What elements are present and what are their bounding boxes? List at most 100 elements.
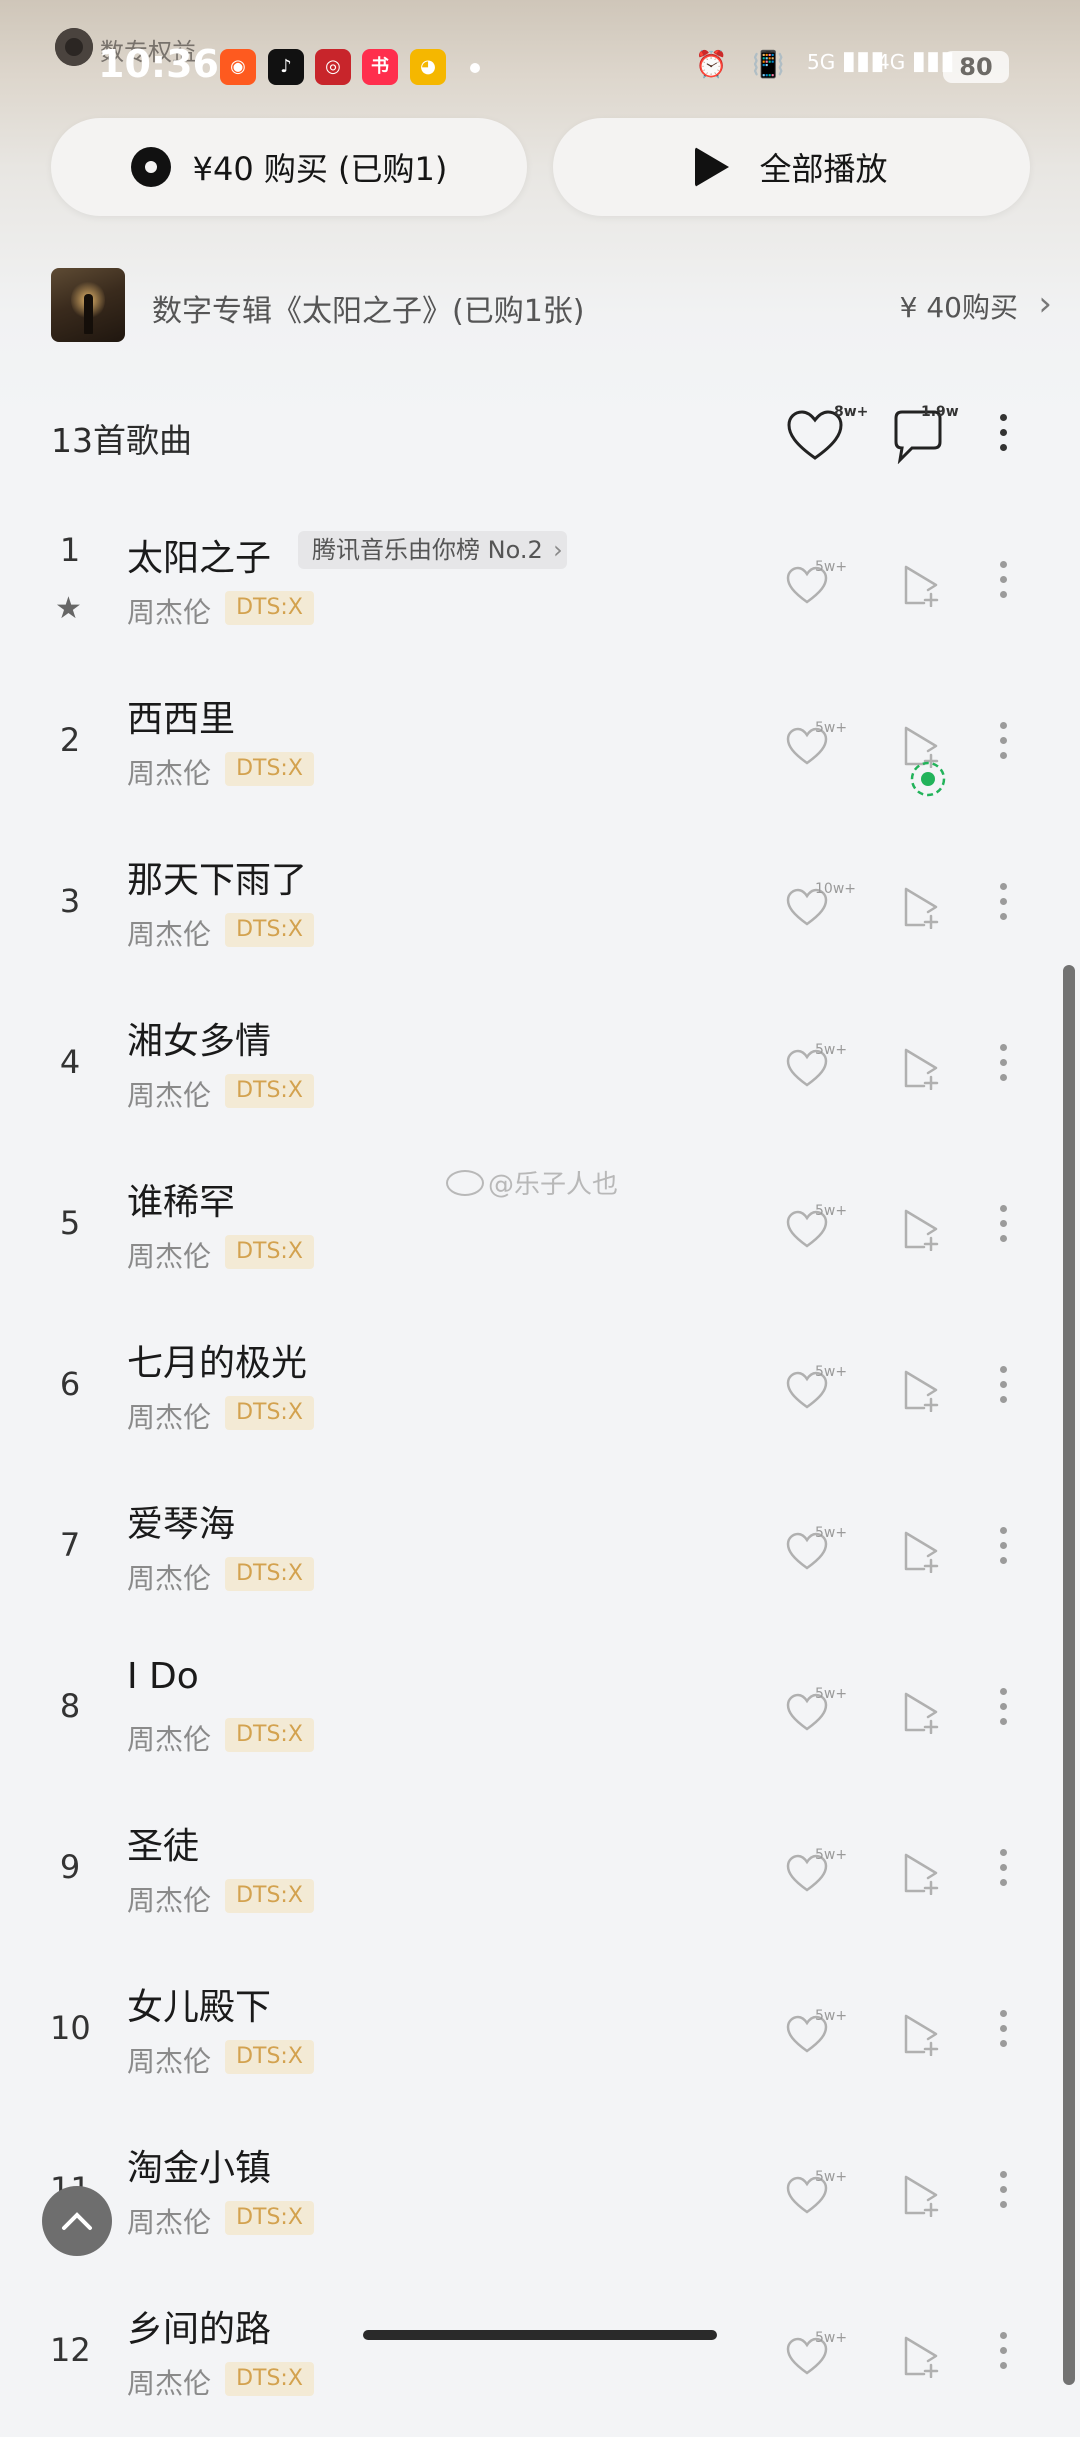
song-more-icon[interactable]	[999, 722, 1007, 766]
song-row[interactable]: 12 乡间的路 周杰伦 DTS:X 5w+	[0, 2276, 1080, 2437]
status-time: 10:36	[98, 42, 219, 86]
song-artist[interactable]: 周杰伦	[127, 1718, 211, 1758]
song-more-icon[interactable]	[999, 2171, 1007, 2215]
song-artist[interactable]: 周杰伦	[127, 1557, 211, 1597]
song-index: 9	[59, 1848, 81, 1886]
song-more-icon[interactable]	[999, 561, 1007, 605]
home-indicator[interactable]	[363, 2330, 717, 2340]
scroll-to-top-button[interactable]	[42, 2186, 112, 2256]
song-artist[interactable]: 周杰伦	[127, 591, 211, 631]
disc-icon	[130, 147, 171, 187]
song-row[interactable]: 2 西西里 周杰伦 DTS:X 5w+	[0, 666, 1080, 827]
song-artist[interactable]: 周杰伦	[127, 913, 211, 953]
album-likes-count: 8w+	[834, 404, 869, 420]
song-more-icon[interactable]	[999, 883, 1007, 927]
digital-album-title: 数字专辑《太阳之子》(已购1张)	[152, 294, 585, 329]
song-row[interactable]: 4 湘女多情 周杰伦 DTS:X 5w+	[0, 988, 1080, 1149]
song-row[interactable]: 6 七月的极光 周杰伦 DTS:X 5w+	[0, 1310, 1080, 1471]
add-to-playlist-icon[interactable]	[898, 1368, 942, 1412]
signal-5g-icon: 5G ▮▮▮	[807, 46, 885, 76]
tiktok-icon: ♪	[268, 49, 304, 85]
song-more-icon[interactable]	[999, 2010, 1007, 2054]
song-index: 3	[59, 882, 81, 920]
album-cover-image	[51, 268, 125, 342]
weibo-icon: ◕	[410, 49, 446, 85]
add-to-playlist-icon[interactable]	[898, 1690, 942, 1734]
add-to-playlist-icon[interactable]	[898, 1851, 942, 1895]
add-to-playlist-icon[interactable]	[898, 563, 942, 607]
dts-x-badge: DTS:X	[225, 2362, 314, 2396]
song-likes-count: 5w+	[815, 2008, 848, 2024]
song-artist[interactable]: 周杰伦	[127, 1235, 211, 1275]
play-all-button[interactable]: 全部播放	[553, 118, 1030, 216]
song-artist[interactable]: 周杰伦	[127, 2362, 211, 2402]
song-title: 七月的极光	[127, 1343, 308, 1384]
play-icon	[695, 147, 730, 187]
song-artist[interactable]: 周杰伦	[127, 752, 211, 792]
play-all-label: 全部播放	[759, 150, 888, 188]
song-artist[interactable]: 周杰伦	[127, 1074, 211, 1114]
song-more-icon[interactable]	[999, 1688, 1007, 1732]
dts-x-badge: DTS:X	[225, 913, 314, 947]
song-more-icon[interactable]	[999, 1366, 1007, 1410]
song-likes-count: 5w+	[815, 1364, 848, 1380]
song-title: 乡间的路	[127, 2309, 272, 2350]
digital-album-row[interactable]: 数字专辑《太阳之子》(已购1张) ¥ 40购买 ›	[0, 260, 1080, 350]
song-more-icon[interactable]	[999, 1205, 1007, 1249]
add-to-playlist-icon[interactable]	[898, 1046, 942, 1090]
album-price-label: ¥ 40购买	[899, 291, 1018, 324]
chart-rank-badge[interactable]: 腾讯音乐由你榜 No.2 ›	[298, 531, 567, 569]
song-artist[interactable]: 周杰伦	[127, 2040, 211, 2080]
buy-album-button[interactable]: ¥40 购买 (已购1)	[51, 118, 527, 216]
add-to-playlist-icon[interactable]	[898, 1529, 942, 1573]
add-to-playlist-icon[interactable]	[898, 2173, 942, 2217]
song-likes-count: 5w+	[815, 1525, 848, 1541]
add-to-playlist-icon[interactable]	[898, 885, 942, 929]
dts-x-badge: DTS:X	[225, 1235, 314, 1269]
song-likes-count: 5w+	[815, 720, 848, 736]
watermark-text: @乐子人也	[488, 1170, 619, 1200]
song-artist[interactable]: 周杰伦	[127, 2201, 211, 2241]
song-row[interactable]: 7 爱琴海 周杰伦 DTS:X 5w+	[0, 1471, 1080, 1632]
song-likes-count: 5w+	[815, 1203, 848, 1219]
add-to-playlist-icon[interactable]	[898, 2334, 942, 2378]
song-title: 西西里	[127, 699, 236, 740]
signal-5g-label: 5G	[807, 50, 836, 74]
song-title: 爱琴海	[127, 1504, 236, 1545]
song-artist[interactable]: 周杰伦	[127, 1396, 211, 1436]
song-title: 湘女多情	[127, 1021, 272, 1062]
alarm-icon: ⏰	[695, 50, 728, 80]
song-row[interactable]: 10 女儿殿下 周杰伦 DTS:X 5w+	[0, 1954, 1080, 2115]
dts-x-badge: DTS:X	[225, 2201, 314, 2235]
song-row[interactable]: 1 ★ 太阳之子 腾讯音乐由你榜 No.2 › 周杰伦 DTS:X 5w+	[0, 505, 1080, 666]
add-to-playlist-icon[interactable]	[898, 1207, 942, 1251]
song-title: 谁稀罕	[127, 1182, 236, 1223]
song-index: 12	[50, 2331, 91, 2369]
song-index: 2	[59, 721, 81, 759]
scrollbar[interactable]	[1063, 965, 1075, 2385]
song-row[interactable]: 3 那天下雨了 周杰伦 DTS:X 10w+	[0, 827, 1080, 988]
chevron-right-icon: ›	[1038, 284, 1052, 324]
song-more-icon[interactable]	[999, 1044, 1007, 1088]
song-row[interactable]: 9 圣徒 周杰伦 DTS:X 5w+	[0, 1793, 1080, 1954]
star-icon: ★	[55, 591, 82, 626]
song-row[interactable]: 11淘金小镇周杰伦DTS:X5w+	[0, 2115, 1080, 2276]
song-index: 10	[50, 2009, 91, 2047]
weibo-logo-icon	[446, 1169, 484, 1196]
song-list: 1 ★ 太阳之子 腾讯音乐由你榜 No.2 › 周杰伦 DTS:X 5w+ 2 西西里 周杰伦 DTS…	[0, 505, 1080, 2437]
song-likes-count: 5w+	[815, 1042, 848, 1058]
song-title: 那天下雨了	[127, 860, 308, 901]
song-title: 太阳之子	[127, 538, 272, 579]
song-more-icon[interactable]	[999, 1527, 1007, 1571]
more-options-icon[interactable]	[999, 414, 1007, 458]
dts-x-badge: DTS:X	[225, 591, 314, 625]
song-title: 淘金小镇	[127, 2148, 272, 2189]
song-artist[interactable]: 周杰伦	[127, 1879, 211, 1919]
add-to-playlist-icon[interactable]	[898, 2012, 942, 2056]
song-title: I Do	[127, 1656, 199, 1697]
song-more-icon[interactable]	[999, 1849, 1007, 1893]
dts-x-badge: DTS:X	[225, 1879, 314, 1913]
song-row[interactable]: 8 I Do 周杰伦 DTS:X 5w+	[0, 1632, 1080, 1793]
chart-rank-label: 腾讯音乐由你榜 No.2	[312, 536, 543, 564]
song-more-icon[interactable]	[999, 2332, 1007, 2376]
